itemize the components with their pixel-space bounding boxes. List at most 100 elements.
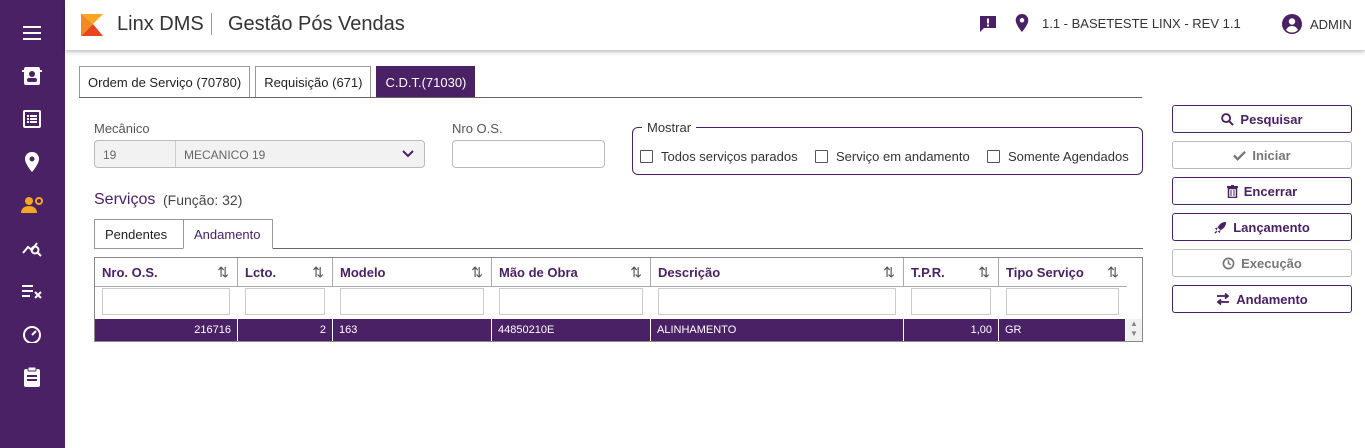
checkbox-box[interactable] xyxy=(815,150,828,163)
app-brand: Linx DMS xyxy=(117,13,204,35)
top-bar: Linx DMS Gestão Pós Vendas 1.1 - BASETES… xyxy=(65,0,1365,50)
sort-icon[interactable]: ⇅ xyxy=(312,264,324,281)
sort-icon[interactable]: ⇅ xyxy=(883,264,895,281)
clipboard-icon[interactable] xyxy=(20,365,44,389)
col-header-lcto[interactable]: Lcto. ⇅ xyxy=(238,258,333,286)
pesquisar-button[interactable]: Pesquisar xyxy=(1172,105,1352,133)
tab-requisicao[interactable]: Requisição (671) xyxy=(255,66,372,98)
button-label: Iniciar xyxy=(1252,147,1291,163)
execucao-button[interactable]: Execução xyxy=(1172,249,1352,277)
user-name: ADMIN xyxy=(1310,16,1352,32)
mechanic-icon[interactable] xyxy=(20,193,44,217)
checkbox-label: Todos serviços parados xyxy=(661,149,798,164)
list-icon[interactable] xyxy=(20,107,44,131)
filter-nro-os[interactable] xyxy=(102,288,230,315)
col-header-modelo[interactable]: Modelo ⇅ xyxy=(333,258,492,286)
checkbox-label: Serviço em andamento xyxy=(836,149,970,164)
col-header-tipo-servico[interactable]: Tipo Serviço ⇅ xyxy=(999,258,1127,286)
col-header-mao-de-obra[interactable]: Mão de Obra ⇅ xyxy=(492,258,651,286)
rocket-icon xyxy=(1214,221,1227,234)
button-label: Lançamento xyxy=(1233,219,1310,235)
col-header-label: Lcto. xyxy=(245,264,277,280)
col-header-label: Mão de Obra xyxy=(499,264,578,280)
main-tabs: Ordem de Serviço (70780) Requisição (671… xyxy=(79,66,480,98)
filter-lcto[interactable] xyxy=(245,288,325,315)
menu-icon[interactable] xyxy=(20,21,44,45)
cell-mao-de-obra[interactable]: 44850210E xyxy=(492,319,651,341)
sort-icon[interactable]: ⇅ xyxy=(1107,264,1119,281)
checkbox-box[interactable] xyxy=(987,150,1000,163)
filter-modelo[interactable] xyxy=(340,288,484,315)
button-label: Andamento xyxy=(1236,291,1308,307)
col-header-label: T.P.R. xyxy=(911,264,945,280)
sidebar xyxy=(0,0,65,448)
sort-icon[interactable]: ⇅ xyxy=(471,264,483,281)
header-divider xyxy=(95,286,1127,287)
grid-scrollbar[interactable]: ▲ ▼ xyxy=(1126,319,1142,341)
lancamento-button[interactable]: Lançamento xyxy=(1172,213,1352,241)
location-pin-icon[interactable] xyxy=(20,150,44,174)
sort-icon[interactable]: ⇅ xyxy=(217,264,229,281)
filter-mao-de-obra[interactable] xyxy=(499,288,643,315)
cell-descricao[interactable]: ALINHAMENTO xyxy=(651,319,904,341)
check-icon xyxy=(1233,150,1247,161)
checkbox-label: Somente Agendados xyxy=(1008,149,1129,164)
cell-modelo[interactable]: 163 xyxy=(333,319,492,341)
andamento-button[interactable]: Andamento xyxy=(1172,285,1352,313)
analytics-icon[interactable] xyxy=(20,236,44,260)
tabs-divider xyxy=(79,97,1142,98)
checklist-icon[interactable] xyxy=(20,279,44,303)
sort-icon[interactable]: ⇅ xyxy=(630,264,642,281)
cell-tipo-servico[interactable]: GR xyxy=(999,319,1126,341)
mecanico-select[interactable]: 19 MECANICO 19 xyxy=(94,140,425,168)
checkbox-todos-parados[interactable]: Todos serviços parados xyxy=(640,149,798,164)
servicos-subtitle: (Função: 32) xyxy=(163,192,243,208)
cell-lcto[interactable]: 2 xyxy=(238,319,333,341)
col-header-label: Tipo Serviço xyxy=(1006,264,1084,280)
search-icon xyxy=(1221,112,1235,126)
encerrar-button[interactable]: Encerrar xyxy=(1172,177,1352,205)
mecanico-label: Mecânico xyxy=(94,121,150,136)
sort-icon[interactable]: ⇅ xyxy=(978,264,990,281)
button-label: Encerrar xyxy=(1243,183,1298,199)
swap-arrows-icon xyxy=(1216,293,1230,305)
filter-tipo-servico[interactable] xyxy=(1006,288,1119,315)
checkbox-somente-agendados[interactable]: Somente Agendados xyxy=(987,149,1129,164)
col-header-descricao[interactable]: Descrição ⇅ xyxy=(651,258,904,286)
iniciar-button[interactable]: Iniciar xyxy=(1172,141,1352,169)
col-header-tpr[interactable]: T.P.R. ⇅ xyxy=(904,258,999,286)
button-label: Pesquisar xyxy=(1240,111,1303,127)
tab-ordem-servico[interactable]: Ordem de Serviço (70780) xyxy=(79,66,251,98)
location-label: 1.1 - BASETESTE LINX - REV 1.1 xyxy=(1042,15,1241,31)
mecanico-name: MECANICO 19 xyxy=(184,148,266,162)
filter-descricao[interactable] xyxy=(658,288,896,315)
field-divider xyxy=(175,141,176,167)
checkbox-em-andamento[interactable]: Serviço em andamento xyxy=(815,149,970,164)
location-pin-icon xyxy=(1015,14,1029,32)
filter-tpr[interactable] xyxy=(911,288,991,315)
user-icon xyxy=(1282,14,1302,34)
cell-nro-os[interactable]: 216716 xyxy=(95,319,238,341)
tab-pendentes[interactable]: Pendentes xyxy=(94,219,184,249)
trash-icon xyxy=(1226,184,1238,198)
tab-andamento[interactable]: Andamento xyxy=(183,219,273,249)
cell-tpr[interactable]: 1,00 xyxy=(904,319,999,341)
module-title: Gestão Pós Vendas xyxy=(228,13,405,35)
messages-icon[interactable] xyxy=(978,14,998,34)
col-header-label: Descrição xyxy=(658,264,721,280)
checkbox-box[interactable] xyxy=(640,150,653,163)
linx-logo-icon xyxy=(81,14,103,36)
col-header-label: Modelo xyxy=(340,264,386,280)
col-header-nro-os[interactable]: Nro. O.S. ⇅ xyxy=(95,258,238,286)
location-selector[interactable]: 1.1 - BASETESTE LINX - REV 1.1 xyxy=(1015,14,1241,32)
contact-card-icon[interactable] xyxy=(20,64,44,88)
user-menu[interactable]: ADMIN xyxy=(1282,14,1352,34)
mostrar-label: Mostrar xyxy=(642,120,697,135)
nro-os-input[interactable] xyxy=(452,140,605,168)
button-label: Execução xyxy=(1241,255,1302,271)
servicos-title: Serviços xyxy=(94,191,156,208)
mecanico-code: 19 xyxy=(103,148,117,162)
tab-cdt[interactable]: C.D.T.(71030) xyxy=(376,66,476,98)
speedometer-icon[interactable] xyxy=(20,322,44,346)
chevron-down-icon xyxy=(402,150,414,158)
